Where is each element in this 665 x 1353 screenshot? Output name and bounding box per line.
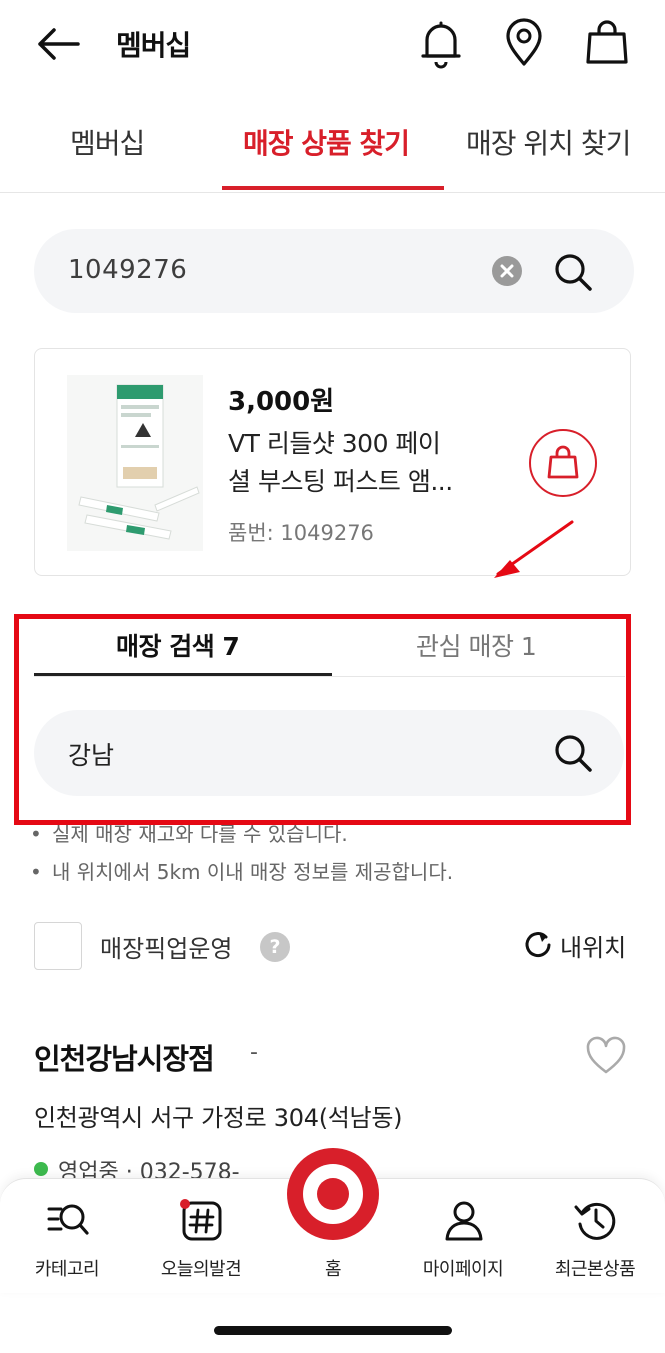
annotation-arrow-icon: [484, 516, 580, 584]
store-notices: • 실제 매장 재고와 다를 수 있습니다. • 내 위치에서 5km 이내 매장 …: [30, 814, 640, 892]
main-tabs: 멤버십 매장 상품 찾기 매장 위치 찾기: [0, 100, 665, 193]
product-name-line-1: VT 리들샷 300 페이: [228, 429, 441, 458]
shopping-bag-icon[interactable]: [582, 16, 632, 70]
home-indicator[interactable]: [214, 1326, 452, 1335]
open-status-dot: [34, 1162, 48, 1176]
tab-membership[interactable]: 멤버십: [70, 122, 145, 162]
heart-icon[interactable]: [584, 1036, 628, 1076]
refresh-icon: [525, 932, 551, 958]
store-address: 인천광역시 서구 가정로 304(석남동): [34, 1104, 403, 1132]
hashtag-icon: [180, 1199, 222, 1241]
tab-store-location-search[interactable]: 매장 위치 찾기: [466, 122, 631, 162]
active-tab-indicator: [222, 186, 444, 190]
nav-recent-products[interactable]: 최근본상품: [532, 1179, 658, 1294]
product-name: VT 리들샷 300 페이 셜 부스팅 퍼스트 앰...: [228, 425, 488, 501]
product-image: [67, 375, 203, 551]
store-distance: -: [250, 1040, 258, 1065]
bell-icon[interactable]: [416, 16, 466, 70]
product-name-line-2: 셜 부스팅 퍼스트 앰...: [228, 467, 453, 496]
page-title: 멤버십: [116, 29, 191, 62]
notice-item: • 내 위치에서 5km 이내 매장 정보를 제공합니다.: [30, 860, 454, 884]
help-icon[interactable]: ?: [260, 932, 290, 962]
tab-store-product-search[interactable]: 매장 상품 찾기: [243, 122, 410, 162]
product-code: 품번: 1049276: [228, 521, 374, 545]
back-arrow-icon[interactable]: [30, 22, 86, 66]
highlight-annotation-box: [14, 614, 631, 825]
pickup-label: 매장픽업운영: [100, 935, 233, 963]
nav-category[interactable]: 카테고리: [4, 1179, 130, 1294]
nav-home-label: 홈: [324, 1259, 342, 1280]
product-search-input[interactable]: 1049276: [68, 255, 187, 285]
person-icon: [445, 1201, 483, 1241]
store-name[interactable]: 인천강남시장점: [34, 1036, 215, 1078]
search-icon[interactable]: [550, 249, 596, 295]
my-location-button[interactable]: 내위치: [522, 926, 634, 962]
product-search-bar[interactable]: 1049276: [34, 229, 634, 313]
product-price: 3,000원: [228, 387, 335, 417]
category-search-icon: [47, 1204, 89, 1235]
location-pin-icon[interactable]: [499, 16, 549, 70]
nav-category-label: 카테고리: [34, 1259, 100, 1280]
app-header: 멤버십: [0, 0, 665, 90]
home-icon[interactable]: [287, 1148, 379, 1240]
history-icon: [574, 1202, 616, 1240]
add-to-cart-button[interactable]: [529, 429, 597, 497]
nav-my-page-label: 마이페이지: [422, 1259, 504, 1280]
nav-today-discovery[interactable]: 오늘의발견: [138, 1179, 264, 1294]
my-location-label: 내위치: [560, 934, 627, 962]
nav-today-discovery-label: 오늘의발견: [160, 1259, 242, 1280]
clear-icon[interactable]: [492, 256, 522, 286]
nav-recent-products-label: 최근본상품: [554, 1259, 636, 1280]
nav-my-page[interactable]: 마이페이지: [400, 1179, 526, 1294]
pickup-checkbox[interactable]: [34, 922, 82, 970]
